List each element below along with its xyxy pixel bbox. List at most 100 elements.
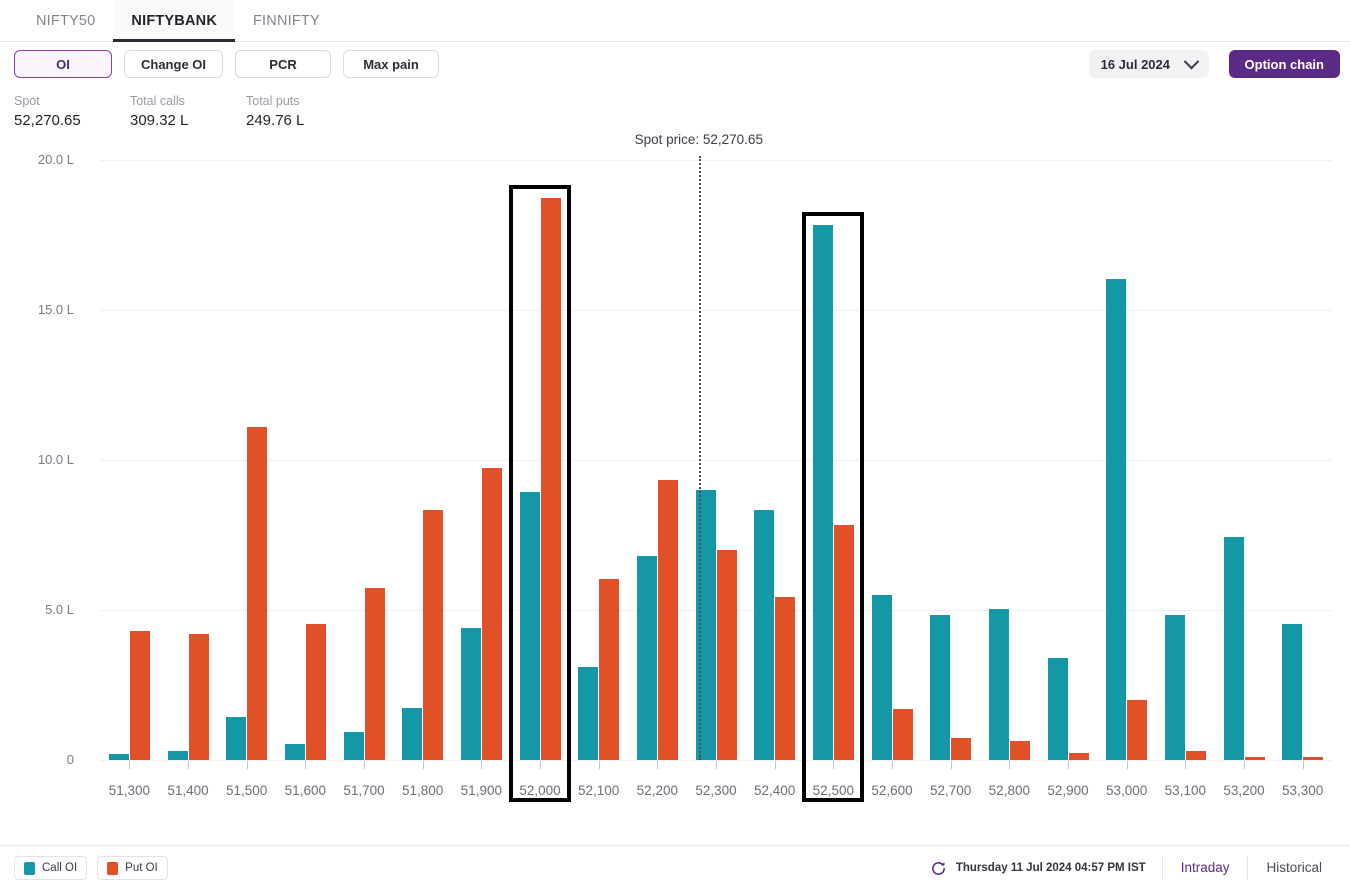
chart-legend: Call OI Put OI	[14, 856, 168, 880]
x-axis-tick-mark	[598, 761, 600, 769]
chart-gridline	[100, 160, 1332, 161]
expiry-date-value: 16 Jul 2024	[1100, 56, 1170, 72]
bar-call-oi[interactable]	[1282, 623, 1303, 760]
refresh-icon	[931, 861, 945, 875]
option-chain-button[interactable]: Option chain	[1228, 50, 1340, 78]
bar-put-oi[interactable]	[1009, 740, 1030, 760]
bar-put-oi[interactable]	[775, 596, 796, 760]
bar-put-oi[interactable]	[1185, 751, 1206, 760]
chart-gridline	[100, 460, 1332, 461]
x-axis-tick-mark	[1244, 761, 1245, 769]
bar-put-oi[interactable]	[1127, 700, 1148, 760]
bar-put-oi[interactable]	[599, 578, 620, 760]
x-axis-tick-mark	[246, 761, 248, 769]
expiry-date-dropdown[interactable]: 16 Jul 2024	[1088, 50, 1209, 78]
bar-call-oi[interactable]	[284, 743, 305, 760]
bar-put-oi[interactable]	[481, 467, 502, 760]
bar-call-oi[interactable]	[1164, 614, 1185, 760]
bar-put-oi[interactable]	[129, 631, 150, 760]
legend-label-call-oi: Call OI	[42, 862, 78, 874]
y-axis-tick-label: 10.0 L	[37, 452, 74, 467]
bar-put-oi[interactable]	[951, 737, 972, 760]
stat-spot: Spot 52,270.65	[14, 92, 130, 132]
legend-item-call-oi[interactable]: Call OI	[14, 856, 88, 880]
stat-total-calls-value: 309.32 L	[130, 112, 189, 129]
oi-chart: 0 5.0 L 10.0 L 15.0 L 20.0 L 51,300 51,400 51,5…	[0, 132, 1350, 840]
bar-call-oi[interactable]	[988, 608, 1009, 760]
x-axis-tick-mark	[481, 761, 483, 769]
x-axis-tick-label: 53,300	[1282, 783, 1324, 798]
y-axis-tick-label: 15.0 L	[37, 302, 74, 317]
stat-spot-value: 52,270.65	[14, 112, 81, 129]
metric-button-change-oi[interactable]: Change OI	[124, 50, 224, 78]
footer-button-intraday[interactable]: Intraday	[1163, 846, 1248, 889]
bar-put-oi[interactable]	[833, 524, 854, 760]
x-axis-tick-mark	[1068, 761, 1069, 769]
bar-call-oi[interactable]	[402, 707, 423, 760]
footer-right-group: Thursday 11 Jul 2024 04:57 PM IST Intrad…	[930, 846, 1340, 889]
chart-gridline	[100, 310, 1332, 311]
bar-call-oi[interactable]	[519, 491, 540, 760]
bar-put-oi[interactable]	[305, 623, 326, 760]
stat-total-puts: Total puts 249.76 L	[246, 92, 362, 132]
bar-call-oi[interactable]	[1047, 658, 1068, 760]
x-axis-tick-mark	[188, 761, 189, 769]
x-axis-tick-mark	[364, 761, 365, 769]
bar-call-oi[interactable]	[460, 628, 481, 760]
stat-total-puts-value: 249.76 L	[246, 112, 305, 129]
y-axis-tick-label: 20.0 L	[37, 152, 74, 167]
bar-put-oi[interactable]	[716, 550, 737, 760]
bar-call-oi[interactable]	[1223, 536, 1244, 760]
bar-put-oi[interactable]	[892, 709, 913, 760]
bar-call-oi[interactable]	[812, 224, 833, 760]
bar-call-oi[interactable]	[1106, 278, 1127, 760]
bar-call-oi[interactable]	[108, 754, 129, 760]
chevron-down-icon	[1183, 53, 1200, 69]
bar-put-oi[interactable]	[364, 587, 385, 760]
bar-call-oi[interactable]	[167, 751, 188, 760]
x-axis-tick-mark	[1185, 761, 1187, 769]
summary-stats: Spot 52,270.65 Total calls 309.32 L Tota…	[14, 92, 362, 132]
bar-put-oi[interactable]	[1068, 752, 1089, 760]
metric-segment-group: OI Change OI PCR Max pain	[14, 50, 440, 78]
x-axis-tick-mark	[305, 761, 307, 769]
bar-put-oi[interactable]	[540, 197, 561, 760]
metric-button-pcr[interactable]: PCR	[235, 50, 332, 78]
stat-spot-label: Spot	[14, 94, 40, 108]
x-axis-tick-mark	[129, 761, 131, 769]
stat-total-calls: Total calls 309.32 L	[130, 92, 246, 132]
tab-nifty50[interactable]: NIFTY50	[18, 0, 113, 41]
x-axis-tick-mark	[422, 761, 424, 769]
bar-put-oi[interactable]	[247, 427, 268, 760]
metric-button-max-pain[interactable]: Max pain	[343, 50, 440, 78]
last-updated-timestamp: Thursday 11 Jul 2024 04:57 PM IST	[955, 862, 1146, 874]
bar-put-oi[interactable]	[188, 634, 209, 760]
bar-call-oi[interactable]	[754, 509, 775, 760]
chart-toolbar: OI Change OI PCR Max pain 16 Jul 2024 Op…	[0, 42, 1350, 88]
bar-call-oi[interactable]	[343, 731, 364, 760]
refresh-status[interactable]: Thursday 11 Jul 2024 04:57 PM IST	[930, 860, 1162, 877]
stat-total-puts-label: Total puts	[246, 94, 300, 108]
x-axis-tick-mark	[1009, 761, 1011, 769]
bar-call-oi[interactable]	[636, 556, 657, 760]
index-tabbar: NIFTY50 NIFTYBANK FINNIFTY	[0, 0, 1350, 42]
x-axis-tick-mark	[950, 761, 952, 769]
bar-put-oi[interactable]	[423, 509, 444, 760]
metric-button-oi[interactable]: OI	[14, 50, 112, 78]
bar-call-oi[interactable]	[930, 614, 951, 760]
tab-finnifty[interactable]: FINNIFTY	[235, 0, 338, 41]
x-axis-tick-mark	[1126, 761, 1128, 769]
legend-item-put-oi[interactable]: Put OI	[97, 856, 168, 880]
tab-niftybank[interactable]: NIFTYBANK	[113, 0, 235, 42]
bar-put-oi[interactable]	[1244, 757, 1265, 760]
x-axis-tick-mark	[774, 761, 776, 769]
bar-put-oi[interactable]	[1303, 757, 1324, 760]
bar-call-oi[interactable]	[578, 667, 599, 760]
bar-call-oi[interactable]	[871, 595, 892, 760]
x-axis-tick-mark	[540, 761, 541, 769]
bar-call-oi[interactable]	[226, 716, 247, 760]
y-axis-tick-label: 0	[66, 752, 74, 767]
spot-price-line	[698, 156, 701, 760]
bar-put-oi[interactable]	[657, 479, 678, 760]
footer-button-historical[interactable]: Historical	[1248, 846, 1340, 889]
